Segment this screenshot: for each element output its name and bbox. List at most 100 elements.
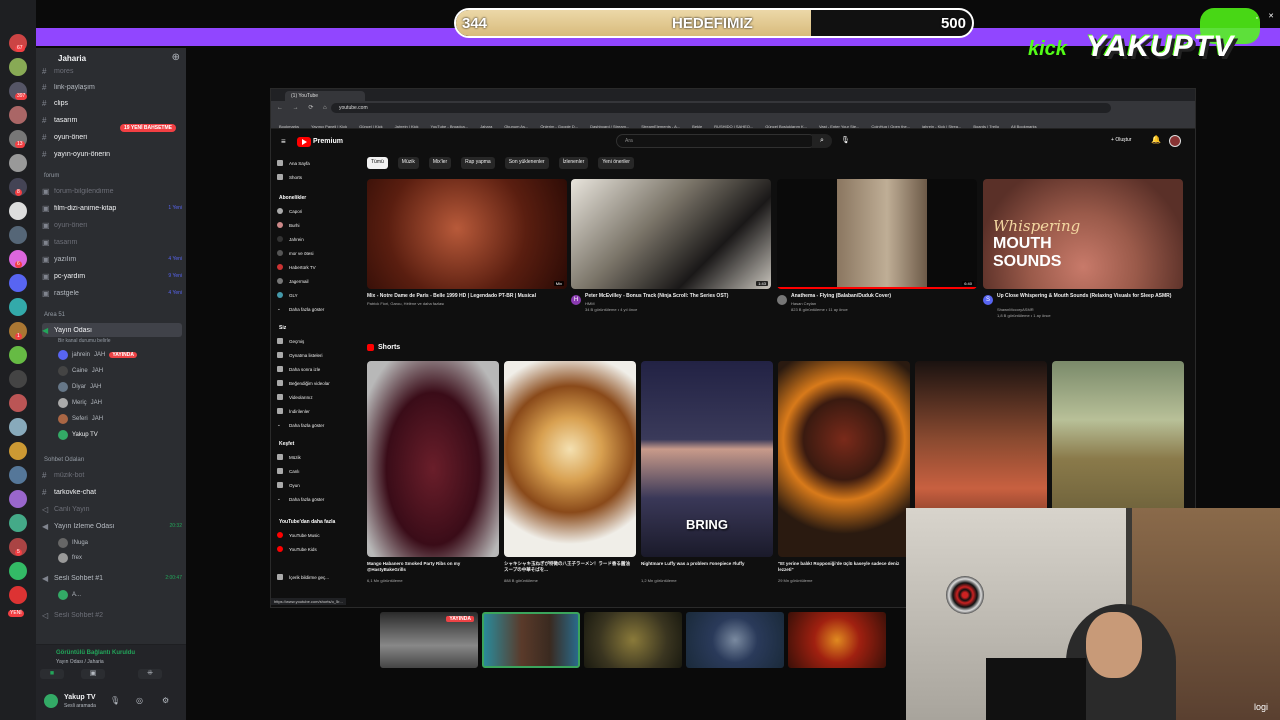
settings-gear-icon[interactable]: ⚙ (162, 696, 169, 705)
video-card[interactable]: Whispering MOUTH SOUNDS Up Close Whisper… (983, 179, 1183, 318)
connection-location[interactable]: Yayın Odası / Jaharia (56, 659, 104, 665)
nav-arrows-icon[interactable]: ← → ⟳ ⌂ (277, 104, 331, 111)
voice-user[interactable]: A... (58, 588, 178, 602)
server-icon[interactable] (9, 274, 27, 292)
voice-channel[interactable]: ◀ Yayın İzleme Odası 20:32 (42, 519, 182, 533)
sidebar-item[interactable]: Canlı (277, 465, 361, 477)
short-thumbnail[interactable] (367, 361, 499, 557)
youtube-logo-icon[interactable] (297, 137, 311, 147)
headphones-icon[interactable]: ◎ (136, 696, 143, 705)
video-title[interactable]: Anathema - Flying (Balaban/Duduk Cover) (791, 293, 977, 300)
hamburger-menu-icon[interactable]: ≡ (281, 137, 286, 146)
voice-user[interactable]: jahrein JAH YAYINDA (58, 348, 178, 362)
browser-tab[interactable]: (1) YouTube (285, 91, 365, 101)
server-icon[interactable] (9, 106, 27, 124)
chip[interactable]: Tümü (367, 157, 388, 169)
voice-user[interactable]: Seferi JAH (58, 412, 178, 426)
chip[interactable]: Yeni öneriler (598, 157, 634, 169)
stream-tile[interactable]: YAYINDA (380, 612, 478, 668)
short-title[interactable]: Nightmare Luffy was a problem #onepiece … (641, 561, 769, 567)
server-icon[interactable] (9, 346, 27, 364)
server-icon[interactable] (9, 466, 27, 484)
channel-item[interactable]: # oyun-öneri (42, 130, 182, 144)
forum-channel[interactable]: ▣ oyun-öneri (42, 218, 182, 232)
server-icon[interactable] (9, 202, 27, 220)
sidebar-show-more[interactable]: ⌄ Daha fazla göster (277, 493, 361, 505)
voice-channel[interactable]: ◀ Sesli Sohbet #1 2:00:47 (42, 571, 182, 585)
sidebar-item[interactable]: İndirilenler (277, 405, 361, 417)
video-title[interactable]: Mix - Notre Dame de Paris - Belle 1999 H… (367, 293, 563, 300)
channel-item[interactable]: # müzik-bot (42, 468, 182, 482)
video-title[interactable]: Up Close Whispering & Mouth Sounds (Rela… (997, 293, 1183, 300)
camera-button[interactable]: ■ (40, 669, 64, 679)
sidebar-item[interactable]: Oyun (277, 479, 361, 491)
sidebar-item-shorts[interactable]: Shorts (277, 171, 361, 183)
server-icon[interactable] (9, 442, 27, 460)
chip[interactable]: İzlenenler (558, 157, 589, 169)
sidebar-show-more[interactable]: ⌄ Daha fazla göster (277, 303, 361, 315)
voice-user[interactable]: Yakup TV (58, 428, 178, 442)
voice-user[interactable]: frex (58, 551, 178, 565)
sidebar-show-more[interactable]: ⌄ Daha fazla göster (277, 419, 361, 431)
video-card[interactable]: 1:43 Peter McEvilley - Bonus Track (Ninj… (571, 179, 771, 312)
server-icon[interactable] (9, 514, 27, 532)
minimize-icon[interactable]: ▫ (1256, 15, 1258, 22)
server-icon[interactable] (9, 418, 27, 436)
video-thumbnail[interactable]: Whispering MOUTH SOUNDS (983, 179, 1183, 289)
activity-button[interactable]: ⁜ (138, 669, 162, 679)
category-chat[interactable]: Sohbet Odaları (44, 457, 84, 463)
stream-tile[interactable] (686, 612, 784, 668)
server-icon[interactable] (9, 298, 27, 316)
voice-user[interactable]: Diyar JAH (58, 380, 178, 394)
youtube-brand[interactable]: Premium (313, 138, 343, 145)
channel-item[interactable]: # mores (42, 64, 182, 78)
short-card[interactable]: "Et yerine balık! Ropponiği'de üçlü kase… (778, 361, 910, 583)
forum-channel[interactable]: ▣ pc-yardım 9 Yeni (42, 269, 182, 283)
short-card[interactable]: シャキシャキ玉ねぎが特徴の八王子ラーメン！ラード香る醤油スープの中華そばを...… (504, 361, 636, 583)
short-thumbnail[interactable] (504, 361, 636, 557)
short-thumbnail[interactable] (778, 361, 910, 557)
short-title[interactable]: Mango Habanero Smoked Party Ribs on my @… (367, 561, 495, 573)
sidebar-sub[interactable]: mor ve ötesi (277, 247, 361, 259)
short-card[interactable]: Mango Habanero Smoked Party Ribs on my @… (367, 361, 499, 583)
create-button[interactable]: + Oluştur (1111, 137, 1131, 143)
sidebar-item-home[interactable]: Ana Sayfa (277, 157, 361, 169)
channel-item[interactable]: # yayın-oyun-önerin (42, 147, 182, 161)
video-thumbnail[interactable]: 1:43 (571, 179, 771, 289)
video-card[interactable]: Mix Mix - Notre Dame de Paris - Belle 19… (367, 179, 567, 306)
channel-item[interactable]: # clips (42, 96, 182, 110)
short-card[interactable]: BRING Nightmare Luffy was a problem #one… (641, 361, 773, 583)
sidebar-sub[interactable]: Jahrein (277, 233, 361, 245)
video-title[interactable]: Peter McEvilley - Bonus Track (Ninja Scr… (585, 293, 771, 300)
server-icon[interactable] (9, 58, 27, 76)
close-icon[interactable]: ✕ (1268, 12, 1274, 20)
subscriptions-header[interactable]: Abonelikler (279, 195, 306, 201)
voice-channel-active[interactable]: ◀ Yayın Odası (42, 323, 182, 337)
mic-icon[interactable]: 🎙 (841, 136, 850, 144)
short-thumbnail[interactable]: BRING (641, 361, 773, 557)
forum-channel[interactable]: ▣ film-dizi-anime-kitap 1 Yeni (42, 201, 182, 215)
voice-user[interactable]: INuga (58, 536, 178, 550)
avatar[interactable] (44, 694, 58, 708)
short-title[interactable]: "Et yerine balık! Ropponiği'de üçlü kase… (778, 561, 906, 573)
voice-channel[interactable]: ◁ Canlı Yayın (42, 502, 182, 516)
video-thumbnail[interactable]: 6:40 (777, 179, 977, 289)
short-title[interactable]: シャキシャキ玉ねぎが特徴の八王子ラーメン！ラード香る醤油スープの中華そばを... (504, 561, 632, 573)
search-input[interactable]: Ara (616, 134, 816, 148)
server-icon[interactable] (9, 562, 27, 580)
sidebar-item[interactable]: YouTube Kids (277, 543, 361, 555)
sidebar-sub[interactable]: GLY (277, 289, 361, 301)
channel-avatar[interactable]: S (983, 295, 993, 305)
you-header[interactable]: Siz (279, 325, 286, 331)
sidebar-sub[interactable]: Jagermail (277, 275, 361, 287)
voice-user[interactable]: Caine JAH (58, 364, 178, 378)
channel-avatar[interactable]: H (571, 295, 581, 305)
forum-channel[interactable]: ▣ rastgele 4 Yeni (42, 286, 182, 300)
mic-icon[interactable]: 🎙 (110, 696, 120, 705)
notification-bell-icon[interactable]: 🔔 (1151, 135, 1161, 144)
sidebar-sub[interactable]: Habertürk TV (277, 261, 361, 273)
voice-user[interactable]: Meriç JAH (58, 396, 178, 410)
sidebar-item[interactable]: Beğendiğim videolar (277, 377, 361, 389)
video-thumbnail[interactable]: Mix (367, 179, 567, 289)
avatar[interactable] (1169, 135, 1181, 147)
